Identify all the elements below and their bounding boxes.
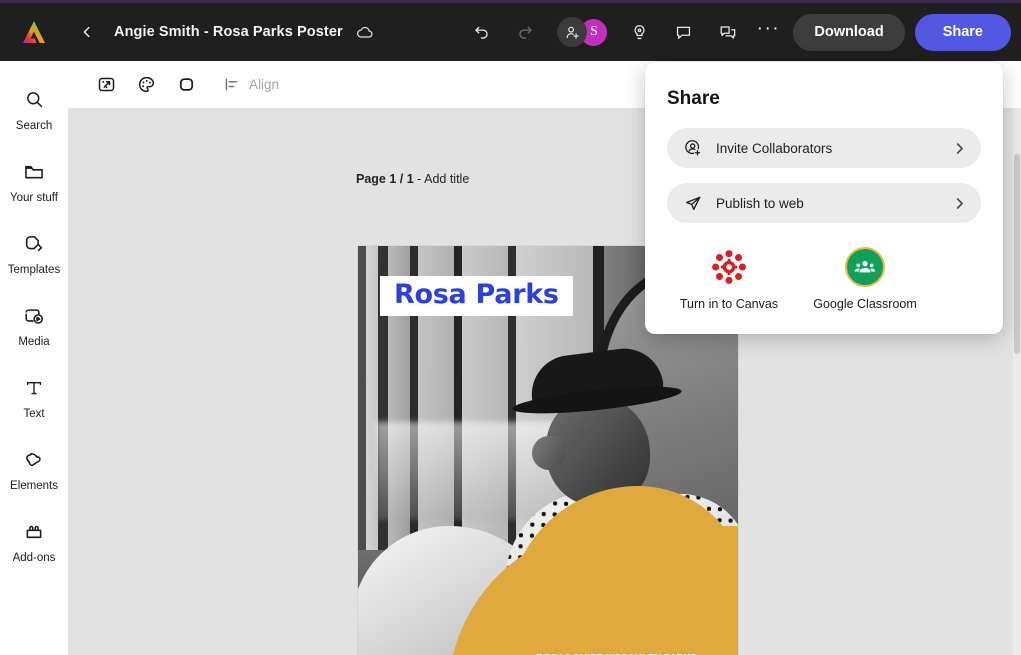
sidebar: Search Your stuff Templates Media Text E…	[0, 61, 68, 655]
publish-to-web-label: Publish to web	[716, 195, 804, 211]
sidebar-item-add-ons[interactable]: Add-ons	[0, 505, 68, 577]
folder-icon	[23, 159, 45, 185]
elements-icon	[23, 447, 45, 473]
sidebar-label: Elements	[10, 479, 58, 492]
sidebar-label: Text	[23, 407, 45, 420]
sidebar-label: Media	[18, 335, 50, 348]
align-label: Align	[249, 77, 280, 92]
app-root: Angie Smith - Rosa Parks Poster S ··· Do…	[0, 0, 1021, 655]
sidebar-item-search[interactable]: Search	[0, 73, 68, 145]
undo-button[interactable]	[464, 15, 498, 49]
sidebar-item-elements[interactable]: Elements	[0, 433, 68, 505]
addons-icon	[23, 519, 45, 545]
publish-to-web-row[interactable]: Publish to web	[667, 183, 981, 223]
sidebar-item-templates[interactable]: Templates	[0, 217, 68, 289]
poster-title-block[interactable]: Rosa Parks	[380, 276, 573, 317]
align-control[interactable]: Align	[222, 75, 279, 94]
sidebar-item-media[interactable]: Media	[0, 289, 68, 361]
top-bar: Angie Smith - Rosa Parks Poster S ··· Do…	[0, 0, 1021, 61]
share-button[interactable]: Share	[914, 13, 1011, 51]
google-classroom-button[interactable]: Google Classroom	[813, 247, 917, 311]
comment-button[interactable]	[666, 15, 700, 49]
lightbulb-icon	[634, 24, 645, 39]
top-bar-actions: S ··· Download Share	[459, 3, 1011, 61]
templates-icon	[23, 231, 45, 257]
sidebar-label: Your stuff	[10, 191, 58, 204]
text-icon	[23, 375, 45, 401]
chevron-right-icon	[952, 141, 967, 156]
invite-collaborators-row[interactable]: Invite Collaborators	[667, 128, 981, 168]
duplicate-icon	[720, 25, 736, 39]
align-icon	[222, 75, 241, 94]
page-label[interactable]: Page 1 / 1 - Add title	[356, 172, 469, 186]
collaborators-group: S	[557, 16, 610, 48]
canvas-lms-logo	[709, 247, 749, 287]
invite-collaborators-icon	[683, 138, 703, 158]
redo-icon	[519, 26, 532, 39]
share-panel-heading: Share	[667, 88, 720, 109]
chevron-left-icon	[83, 26, 90, 38]
redo-button[interactable]	[508, 15, 542, 49]
resize-button[interactable]	[90, 69, 122, 101]
adobe-express-logo[interactable]	[0, 3, 68, 61]
google-classroom-label: Google Classroom	[813, 297, 917, 311]
google-classroom-logo	[845, 247, 885, 287]
sidebar-label: Templates	[7, 263, 61, 276]
sidebar-item-your-stuff[interactable]: Your stuff	[0, 145, 68, 217]
add-person-icon	[566, 26, 579, 39]
comment-icon	[676, 26, 690, 39]
poster-body-text[interactable]: ROSA LOUISE MCCAULEY PARKS WAS AN AMERIC…	[536, 651, 720, 655]
more-options-button[interactable]: ···	[751, 15, 785, 49]
poster-title: Rosa Parks	[394, 279, 559, 310]
document-title[interactable]: Angie Smith - Rosa Parks Poster	[114, 24, 343, 40]
color-palette-icon	[138, 76, 154, 93]
sidebar-item-text[interactable]: Text	[0, 361, 68, 433]
canvas-scrollbar[interactable]	[1013, 108, 1021, 655]
resize-icon	[98, 77, 114, 92]
search-icon	[24, 87, 45, 113]
rounded-square-icon	[179, 78, 193, 91]
turn-in-to-canvas-label: Turn in to Canvas	[679, 297, 779, 311]
shape-button[interactable]	[170, 69, 202, 101]
cloud-icon[interactable]	[355, 22, 375, 42]
sidebar-label: Search	[15, 119, 53, 132]
undo-icon	[475, 26, 488, 39]
chevron-right-icon	[952, 196, 967, 211]
ideas-button[interactable]	[622, 15, 656, 49]
invite-collaborators-label: Invite Collaborators	[716, 140, 833, 156]
page-number: Page 1 / 1	[356, 172, 414, 186]
publish-to-web-icon	[683, 193, 703, 213]
share-apps-row: Turn in to Canvas Google Classroom	[667, 247, 981, 311]
scrollbar-thumb[interactable]	[1014, 154, 1020, 354]
sidebar-label: Add-ons	[12, 551, 56, 564]
download-button[interactable]: Download	[793, 13, 905, 51]
color-palette-button[interactable]	[130, 69, 162, 101]
duplicate-button[interactable]	[710, 15, 744, 49]
media-icon	[23, 303, 45, 329]
figure-profile	[532, 436, 566, 470]
page-title-placeholder[interactable]: - Add title	[414, 172, 469, 186]
share-popover: Share Invite Collaborators Publish to we…	[645, 62, 1003, 334]
back-button[interactable]	[72, 17, 102, 47]
turn-in-to-canvas-button[interactable]: Turn in to Canvas	[679, 247, 779, 311]
